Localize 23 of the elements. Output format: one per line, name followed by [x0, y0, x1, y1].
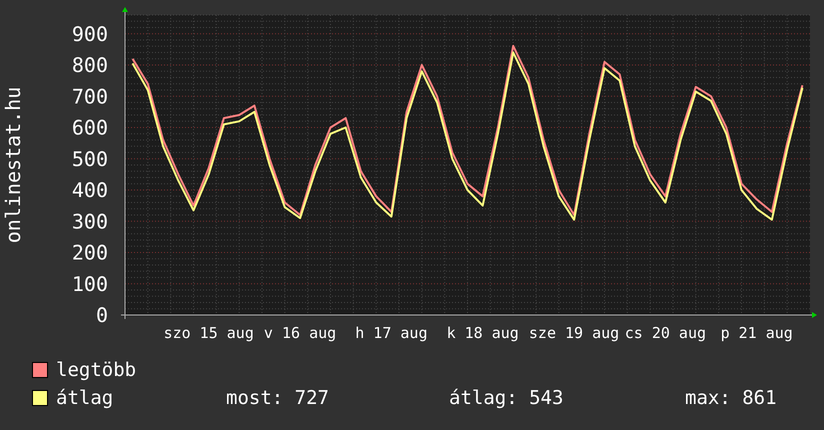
x-tick-label: p 21 aug: [720, 324, 793, 342]
y-tick-label: 100: [72, 272, 108, 296]
x-tick-label: h 17 aug: [355, 324, 428, 342]
x-tick-label: k 18 aug: [446, 324, 519, 342]
stat-value: átlag: 543: [449, 386, 564, 411]
y-tick-label: 0: [96, 303, 108, 327]
x-tick-label: cs 20 aug: [624, 324, 706, 342]
y-tick-label: 200: [72, 240, 108, 264]
y-tick-label: 500: [72, 146, 108, 171]
legend-label: átlag: [56, 386, 114, 411]
y-axis-title: onlinestat.hu: [1, 86, 25, 244]
x-tick-label: sze 19 aug: [528, 324, 620, 342]
y-tick-label: 300: [72, 209, 108, 234]
x-tick-label: v 16 aug: [264, 324, 336, 342]
y-tick-label: 700: [72, 84, 108, 108]
y-tick-label: 400: [72, 178, 108, 202]
y-tick-label: 800: [72, 53, 108, 77]
stat-value: max: 861: [685, 386, 777, 411]
stat-value: most: 727: [226, 386, 330, 411]
x-tick-label: szo 15 aug: [164, 324, 254, 342]
y-tick-label: 600: [72, 116, 108, 140]
y-tick-label: 900: [72, 22, 108, 46]
legend-label: legtöbb: [56, 358, 138, 383]
